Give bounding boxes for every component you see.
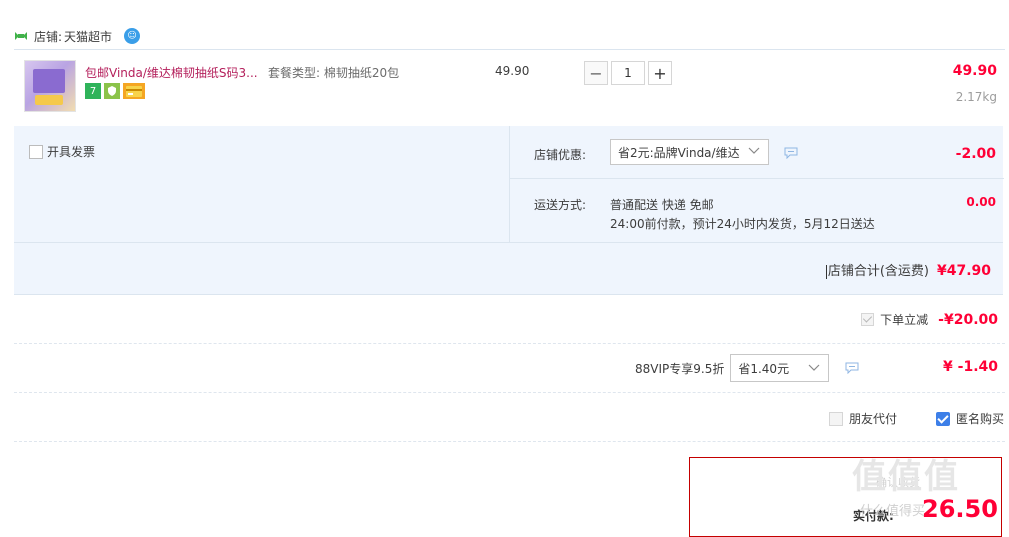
quantity-stepper: − 1 + <box>584 61 672 85</box>
shop-discount-amount: -2.00 <box>955 146 996 162</box>
payment-amount: 26.50 <box>922 495 998 523</box>
product-sku: 套餐类型: 棉韧抽纸20包 <box>268 66 400 80</box>
vip-discount-amount: ¥ -1.40 <box>943 359 998 375</box>
item-weight: 2.17kg <box>955 90 997 104</box>
cart-item-row: 包邮Vinda/维达棉韧抽纸S码3... 套餐类型: 棉韧抽纸20包 7 49.… <box>14 49 1005 126</box>
message-icon[interactable] <box>845 362 859 374</box>
decrease-quantity-button[interactable]: − <box>584 61 608 85</box>
shop-header: 店铺: 天猫超市 ☺ <box>14 27 141 45</box>
divider <box>14 441 1005 442</box>
product-title-link[interactable]: 包邮Vinda/维达棉韧抽纸S码3... <box>85 64 258 81</box>
anonymous-label: 匿名购买 <box>956 412 1005 426</box>
instant-discount-checkbox[interactable] <box>861 313 875 326</box>
wangwang-chat-icon[interactable]: ☺ <box>124 28 141 44</box>
store-total-amount: ¥47.90 <box>936 263 991 279</box>
invoice-checkbox-box[interactable] <box>29 144 43 159</box>
item-subtotal: 49.90 <box>952 63 997 79</box>
instant-discount-row: 下单立减 -¥20.00 <box>861 311 998 328</box>
anonymous-checkbox[interactable] <box>936 411 950 426</box>
invoice-checkbox[interactable]: 开具发票 <box>29 143 95 160</box>
friend-pay-label: 朋友代付 <box>849 412 898 426</box>
order-options-panel: 开具发票 店铺优惠: 省2元:品牌Vinda/维达 -2.00 运送方式: 普通… <box>14 126 1004 295</box>
increase-quantity-button[interactable]: + <box>648 61 672 85</box>
product-thumbnail[interactable] <box>24 60 76 112</box>
instant-discount-amount: -¥20.00 <box>938 311 998 328</box>
vip-discount-value: 省1.40元 <box>738 361 790 376</box>
friend-pay-option[interactable]: 朋友代付 <box>829 410 897 427</box>
quantity-input[interactable]: 1 <box>611 61 645 85</box>
seven-day-return-icon: 7 <box>85 83 101 99</box>
shipping-estimate: 24:00前付款，预计24小时内发货，5月12日送达 <box>610 217 875 231</box>
divider <box>14 392 1005 393</box>
message-icon[interactable] <box>784 147 798 159</box>
divider <box>14 343 1005 344</box>
guarantee-icon <box>104 83 120 99</box>
tmall-icon <box>15 32 27 40</box>
shop-name[interactable]: 天猫超市 <box>64 28 112 45</box>
store-total-label: 店铺合计(含运费) <box>825 264 929 279</box>
store-total: 店铺合计(含运费) ¥47.90 <box>825 260 991 279</box>
shop-discount-label: 店铺优惠: <box>534 148 587 162</box>
shipping-method: 普通配送 快递 免邮 <box>610 198 714 212</box>
vip-discount-row: 88VIP专享9.5折 省1.40元 ¥ -1.40 <box>635 354 998 382</box>
shipping-label: 运送方式: <box>534 198 587 212</box>
chevron-down-icon <box>808 364 820 371</box>
shop-discount-select[interactable]: 省2元:品牌Vinda/维达 <box>610 139 769 165</box>
friend-pay-checkbox[interactable] <box>829 411 843 426</box>
shop-label: 店铺: <box>34 29 63 44</box>
shop-discount-value: 省2元:品牌Vinda/维达 <box>618 145 740 160</box>
invoice-label: 开具发票 <box>47 145 96 159</box>
unit-price: 49.90 <box>495 64 530 78</box>
site-watermark: 值值值 <box>852 457 960 497</box>
discount-shipping-panel: 店铺优惠: 省2元:品牌Vinda/维达 -2.00 运送方式: 普通配送 快递… <box>509 126 1004 242</box>
chevron-down-icon <box>748 147 760 154</box>
anonymous-purchase-option[interactable]: 匿名购买 <box>936 410 1004 427</box>
instant-discount-label: 下单立减 <box>880 313 929 327</box>
vip-discount-select[interactable]: 省1.40元 <box>730 354 830 382</box>
vip-label: 88VIP专享9.5折 <box>635 361 725 376</box>
site-watermark-sub: 什么值得买 <box>860 504 926 519</box>
shipping-fee: 0.00 <box>966 195 996 209</box>
credit-card-icon <box>123 83 145 99</box>
service-badges: 7 <box>85 83 145 99</box>
